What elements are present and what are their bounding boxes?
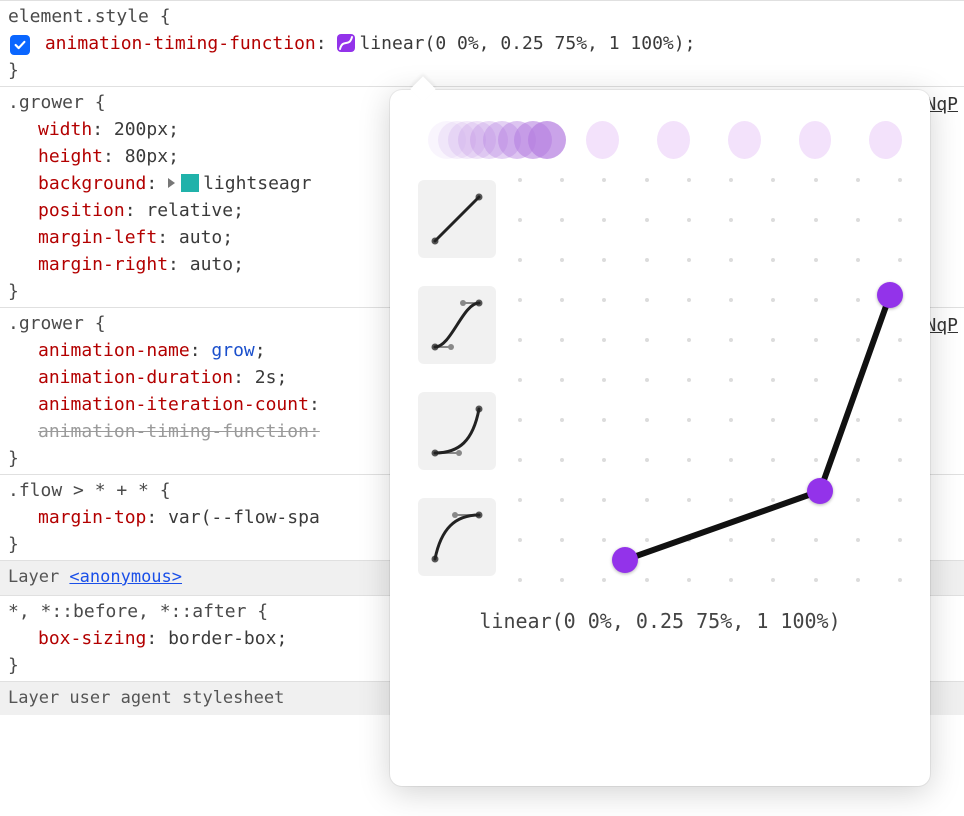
curve-handle-mid[interactable] <box>807 478 833 504</box>
preview-ball <box>869 121 902 159</box>
preview-ball <box>728 121 761 159</box>
layer-link[interactable]: <anonymous> <box>69 567 182 587</box>
easing-swatch-icon[interactable] <box>337 34 355 52</box>
preview-ball <box>586 121 619 159</box>
curve-value-label: linear(0 0%, 0.25 75%, 1 100%) <box>418 606 902 636</box>
property-value[interactable]: linear(0 0%, 0.25 75%, 1 100%) <box>359 33 684 54</box>
decl-animation-timing-function[interactable]: animation-timing-function: linear(0 0%, … <box>8 30 956 57</box>
expand-triangle-icon[interactable] <box>168 178 175 188</box>
curve-path <box>520 180 900 580</box>
animation-preview <box>418 118 902 162</box>
preset-ease-out[interactable] <box>418 498 496 576</box>
easing-editor-popover: linear(0 0%, 0.25 75%, 1 100%) <box>390 90 930 786</box>
curve-handle-end[interactable] <box>877 282 903 308</box>
selector: *, *::before, *::after <box>8 601 246 622</box>
preview-ball <box>657 121 690 159</box>
rule-element-style: element.style { animation-timing-functio… <box>0 0 964 86</box>
color-swatch-icon[interactable] <box>181 174 199 192</box>
preset-ease-in-out[interactable] <box>418 286 496 364</box>
preset-linear[interactable] <box>418 180 496 258</box>
easing-presets <box>418 180 498 580</box>
source-link[interactable]: NqP <box>925 91 958 118</box>
curve-editor[interactable] <box>520 180 900 580</box>
enable-checkbox[interactable] <box>10 35 30 55</box>
close-brace: } <box>8 60 19 81</box>
selector: element.style <box>8 6 149 27</box>
selector: .flow > * + * <box>8 480 149 501</box>
source-link[interactable]: NqP <box>925 312 958 339</box>
preview-ball-trail <box>428 118 548 162</box>
curve-handle-start[interactable] <box>612 547 638 573</box>
selector: .grower <box>8 92 84 113</box>
layer-label-text: Layer <box>8 567 69 587</box>
open-brace: { <box>160 6 171 27</box>
preset-ease-in[interactable] <box>418 392 496 470</box>
property-name: animation-timing-function <box>45 33 316 54</box>
selector: .grower <box>8 313 84 334</box>
preview-ball <box>799 121 832 159</box>
